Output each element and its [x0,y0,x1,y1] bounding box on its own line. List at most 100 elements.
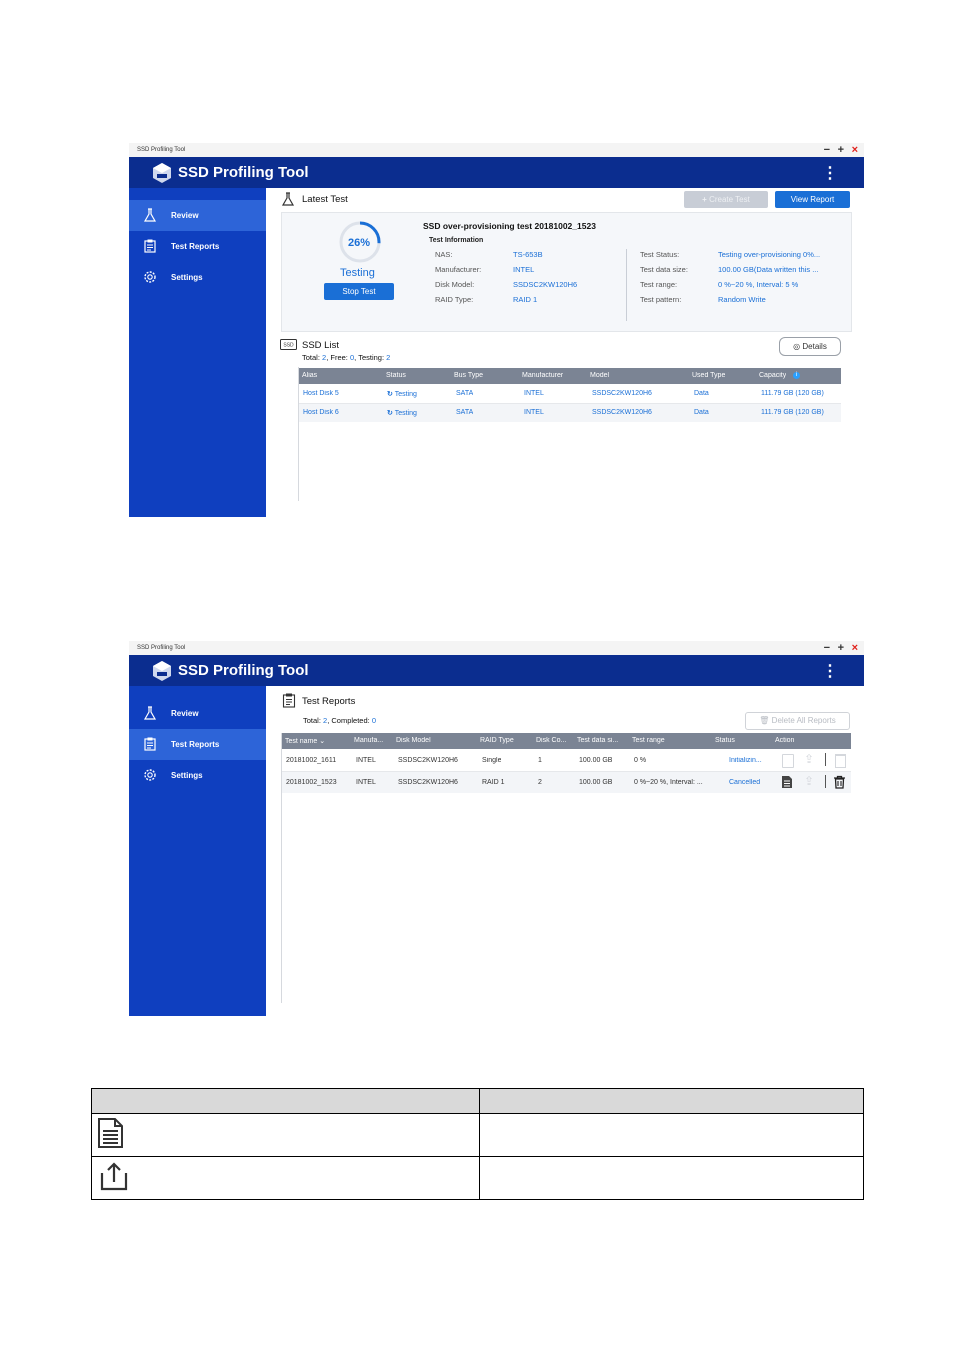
col-used-type[interactable]: Used Type [692,372,725,379]
action-divider [825,775,826,788]
legend-row [91,1113,864,1157]
delete-all-reports-button[interactable]: 🗑 Delete All Reports [745,712,850,730]
sidebar-item-settings[interactable]: Settings [129,262,266,293]
document-icon[interactable] [781,775,793,789]
col-status[interactable]: Status [386,372,406,379]
col-disk-model[interactable]: Disk Model [396,737,431,744]
col-action[interactable]: Action [775,737,794,744]
view-report-button[interactable]: View Report [775,191,850,208]
col-status[interactable]: Status [715,737,735,744]
cell-status: Initializin... [729,757,762,764]
app-window-review: SSD Profiling Tool − + × SSD Profiling T… [129,143,864,517]
ssd-list-section: SSD SSD List Total: 2, Free: 0, Testing:… [280,337,852,507]
more-vert-icon[interactable]: ⋮ [822,661,838,681]
cell-disk-model: SSDSC2KW120H6 [398,779,458,786]
action-divider [825,753,826,766]
test-info-heading: Test Information [429,237,484,244]
col-disk-count[interactable]: Disk Co... [536,737,566,744]
app-title: SSD Profiling Tool [178,164,309,181]
table-row[interactable]: 20181002_1523 INTEL SSDSC2KW120H6 RAID 1… [282,772,851,793]
table-row[interactable]: Host Disk 5 ↻ Testing SATA INTEL SSDSC2K… [299,385,841,404]
testing-label: , Testing: [354,353,385,362]
plus-icon: + [702,195,707,204]
ssd-icon: SSD [280,339,297,350]
document-icon [782,754,794,768]
sidebar-item-review[interactable]: Review [129,698,266,729]
cell-bus-type: SATA [456,409,474,416]
testing-count: 2 [386,353,391,362]
col-test-name[interactable]: Test name ⌄ [285,737,325,745]
info-divider [626,249,627,321]
info-row: Test pattern: Random Write [640,295,845,310]
cell-status-text: Testing [394,410,417,417]
sidebar-item-review[interactable]: Review [129,200,266,231]
info-row: Disk Model: SSDSC2KW120H6 [435,280,625,295]
minimize-button[interactable]: − [824,641,830,655]
sidebar-item-settings[interactable]: Settings [129,760,266,791]
gear-icon [144,769,156,781]
cell-status: Cancelled [729,779,761,786]
flask-icon [281,192,295,206]
app-header: SSD Profiling Tool ⋮ [129,157,864,188]
create-test-button[interactable]: + Create Test [684,191,768,208]
cell-test-data-size: 100.00 GB [579,779,613,786]
col-model[interactable]: Model [590,372,609,379]
col-raid-type[interactable]: RAID Type [480,737,514,744]
close-button[interactable]: × [852,143,858,157]
cell-test-name: 20181002_1523 [286,779,337,786]
app-window-test-reports: SSD Profiling Tool − + × SSD Profiling T… [129,641,864,1016]
table-row[interactable]: Host Disk 6 ↻ Testing SATA INTEL SSDSC2K… [299,404,841,422]
cell-capacity: 111.79 GB (120 GB) [761,390,824,397]
sidebar-item-label: Test Reports [171,740,220,749]
minimize-button[interactable]: − [824,143,830,157]
col-test-range[interactable]: Test range [632,737,665,744]
cell-alias: Host Disk 5 [303,390,339,397]
chevron-down-icon: ⌄ [319,738,326,745]
more-vert-icon[interactable]: ⋮ [822,163,838,183]
app-header: SSD Profiling Tool ⋮ [129,655,864,686]
trash-icon [835,754,846,768]
sidebar-item-test-reports[interactable]: Test Reports [129,729,266,760]
gear-icon [144,271,156,283]
left-info-list: NAS: TS-653B Manufacturer: INTEL Disk Mode… [435,250,625,310]
latest-test-title: Latest Test [302,194,348,205]
cell-manufacturer: INTEL [524,390,544,397]
stop-test-button[interactable]: Stop Test [324,283,394,300]
trash-icon[interactable] [833,775,846,789]
cell-bus-type: SATA [456,390,474,397]
clipboard-icon [144,239,156,253]
info-icon[interactable]: i [793,372,800,379]
refresh-icon: ↻ [387,410,393,417]
cell-capacity: 111.79 GB (120 GB) [761,409,824,416]
info-row: Test range: 0 %~20 %, Interval: 5 % [640,280,845,295]
cell-disk-count: 2 [538,779,542,786]
cell-manufacturer: INTEL [524,409,544,416]
maximize-button[interactable]: + [838,143,844,157]
create-test-label: Create Test [709,195,750,204]
total-label: Total: [303,716,321,725]
info-value: INTEL [513,265,535,274]
info-key: Test pattern: [640,295,682,304]
sidebar-item-test-reports[interactable]: Test Reports [129,231,266,262]
col-bus-type[interactable]: Bus Type [454,372,483,379]
total-label: Total: [302,353,320,362]
col-manufacturer[interactable]: Manufacturer [522,372,563,379]
info-key: NAS: [435,250,453,259]
details-button[interactable]: ◎ Details [779,337,841,356]
col-manufacturer[interactable]: Manufa... [354,737,383,744]
col-test-data-size[interactable]: Test data si... [577,737,618,744]
sidebar: Review Test Reports Settings [129,686,266,1016]
info-value: SSDSC2KW120H6 [513,280,578,289]
cell-status: ↻ Testing [387,409,417,417]
info-row: NAS: TS-653B [435,250,625,265]
close-button[interactable]: × [852,641,858,655]
export-icon: ⇪ [804,752,815,766]
col-capacity[interactable]: Capacity [759,372,786,379]
sidebar: Review Test Reports Settings [129,188,266,517]
maximize-button[interactable]: + [838,641,844,655]
info-value: 0 %~20 %, Interval: 5 % [718,280,799,289]
table-row[interactable]: 20181002_1611 INTEL SSDSC2KW120H6 Single… [282,750,851,772]
col-alias[interactable]: Alias [302,372,317,379]
ssd-table-header: Alias Status Bus Type Manufacturer Model… [299,368,841,384]
info-value: 100.00 GB(Data written this ... [718,265,819,274]
